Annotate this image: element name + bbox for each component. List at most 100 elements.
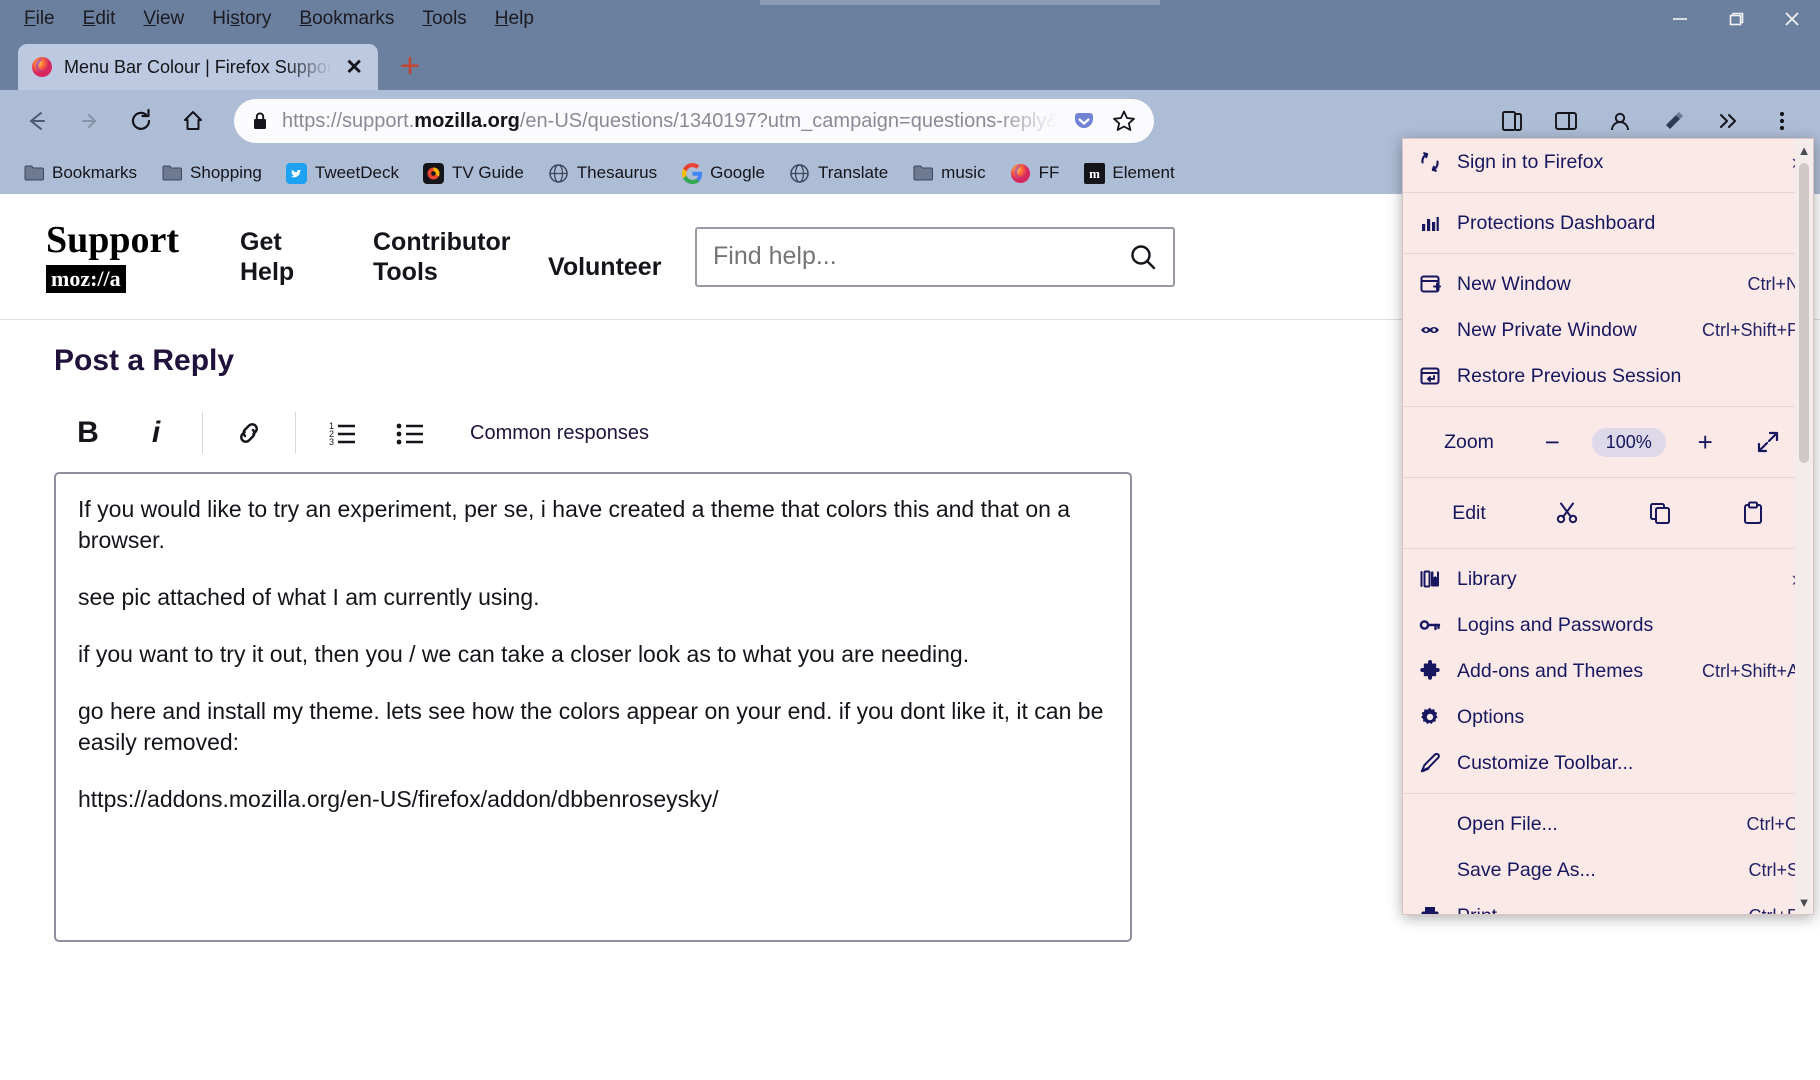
menu-accelerator: Ctrl+Shift+A: [1701, 660, 1799, 681]
window-controls: [1652, 0, 1820, 38]
maximize-button[interactable]: [1708, 0, 1764, 38]
nav-volunteer[interactable]: Volunteer: [534, 232, 667, 282]
bookmark-label: Translate: [817, 163, 889, 182]
menu-item-print[interactable]: Print... Ctrl+P: [1403, 893, 1813, 914]
menu-item-addons-themes[interactable]: Add-ons and Themes Ctrl+Shift+A: [1403, 648, 1813, 694]
close-icon[interactable]: ✕: [342, 55, 366, 80]
library-icon: [1417, 567, 1443, 591]
bookmark-item-shopping[interactable]: Shopping: [152, 158, 271, 188]
editor-paragraph: see pic attached of what I am currently …: [78, 584, 540, 611]
menu-tools[interactable]: Tools: [408, 5, 480, 33]
forward-button[interactable]: [66, 99, 112, 143]
nav-contributor-tools[interactable]: Contributor Tools: [359, 227, 534, 287]
bookmark-item-tv-guide[interactable]: TV Guide: [414, 158, 533, 188]
menu-separator: [1403, 793, 1813, 794]
bookmark-item-music[interactable]: music: [903, 158, 994, 188]
menu-history[interactable]: History: [198, 5, 285, 33]
bold-button[interactable]: B: [54, 404, 122, 462]
gear-icon: [1417, 705, 1443, 729]
url-text[interactable]: https://support.mozilla.org/en-US/questi…: [282, 110, 1058, 133]
bookmark-item-thesaurus[interactable]: Thesaurus: [539, 158, 666, 188]
menu-separator: [1403, 548, 1813, 549]
italic-button[interactable]: i: [122, 404, 190, 462]
bookmark-star-icon[interactable]: [1110, 107, 1138, 135]
zoom-in-button[interactable]: +: [1682, 422, 1728, 462]
bookmark-label: music: [941, 163, 986, 182]
home-button[interactable]: [170, 99, 216, 143]
nav-line-2: Help: [240, 257, 295, 286]
library-icon[interactable]: [1488, 99, 1536, 143]
bookmark-label: TV Guide: [451, 163, 524, 182]
menu-edit[interactable]: Edit: [69, 5, 130, 33]
reply-editor[interactable]: If you would like to try an experiment, …: [54, 472, 1132, 942]
pocket-icon[interactable]: [1070, 107, 1098, 135]
extension-icon[interactable]: [1650, 99, 1698, 143]
url-bar[interactable]: https://support.mozilla.org/en-US/questi…: [234, 99, 1154, 143]
menu-item-library[interactable]: Library ›: [1403, 556, 1813, 602]
toolbar-divider: [295, 412, 296, 454]
bookmark-item-ff[interactable]: FF: [1001, 158, 1069, 188]
menu-item-save-page-as[interactable]: Save Page As... Ctrl+S: [1403, 847, 1813, 893]
menu-view[interactable]: View: [129, 5, 198, 33]
scroll-down-arrow[interactable]: ▼: [1798, 891, 1811, 914]
account-icon[interactable]: [1596, 99, 1644, 143]
scrollbar-thumb[interactable]: [1799, 163, 1809, 463]
site-search[interactable]: [695, 226, 1175, 287]
search-icon[interactable]: [1127, 241, 1159, 273]
search-input[interactable]: [711, 241, 1127, 272]
fullscreen-icon[interactable]: [1745, 422, 1791, 462]
menu-label: Add-ons and Themes: [1457, 659, 1644, 682]
close-window-button[interactable]: [1764, 0, 1820, 38]
bookmark-item-google[interactable]: Google: [672, 158, 774, 188]
bookmark-item-bookmarks[interactable]: Bookmarks: [14, 158, 146, 188]
paste-icon[interactable]: [1727, 493, 1779, 533]
overflow-chevron-icon[interactable]: [1704, 99, 1752, 143]
menu-item-new-window[interactable]: New Window Ctrl+N: [1403, 261, 1813, 307]
menu-item-options[interactable]: Options: [1403, 694, 1813, 740]
menu-item-restore-session[interactable]: Restore Previous Session: [1403, 353, 1813, 399]
tvguide-icon: [423, 162, 445, 184]
minimize-button[interactable]: [1652, 0, 1708, 38]
nav-line-1: Volunteer: [548, 252, 662, 281]
common-responses-link[interactable]: Common responses: [470, 422, 649, 445]
menu-item-logins-passwords[interactable]: Logins and Passwords: [1403, 602, 1813, 648]
bookmark-item-tweetdeck[interactable]: TweetDeck: [277, 158, 408, 188]
ordered-list-button[interactable]: 1 2 3: [308, 404, 376, 462]
zoom-out-button[interactable]: −: [1529, 422, 1575, 462]
bookmark-item-element[interactable]: m Element: [1074, 158, 1183, 188]
tab-active[interactable]: Menu Bar Colour | Firefox Support ✕: [18, 44, 378, 90]
site-logo[interactable]: Support moz://a: [46, 221, 226, 293]
tab-strip: Menu Bar Colour | Firefox Support ✕ +: [0, 38, 1820, 90]
folder-icon: [23, 162, 45, 184]
edit-control-row: Edit: [1403, 485, 1813, 541]
zoom-level-badge[interactable]: 100%: [1591, 427, 1666, 457]
unordered-list-button[interactable]: [376, 404, 444, 462]
nav-line-2: Tools: [373, 257, 438, 286]
menu-item-sign-in[interactable]: Sign in to Firefox ›: [1403, 139, 1813, 185]
new-tab-button[interactable]: +: [400, 49, 420, 83]
edit-label: Edit: [1452, 501, 1486, 524]
puzzle-icon: [1417, 659, 1443, 683]
app-menu-icon[interactable]: [1758, 99, 1806, 143]
menu-bookmarks[interactable]: Bookmarks: [285, 5, 408, 33]
app-menu-scrollbar[interactable]: ▲ ▼: [1795, 139, 1813, 914]
bookmark-item-translate[interactable]: Translate: [780, 158, 897, 188]
menu-file[interactable]: File: [10, 5, 69, 33]
reload-button[interactable]: [118, 99, 164, 143]
back-button[interactable]: [14, 99, 60, 143]
nav-get-help[interactable]: Get Help: [226, 227, 359, 287]
menu-item-new-private-window[interactable]: New Private Window Ctrl+Shift+P: [1403, 307, 1813, 353]
menu-item-open-file[interactable]: Open File... Ctrl+O: [1403, 801, 1813, 847]
cut-icon[interactable]: [1541, 493, 1593, 533]
globe-icon: [548, 162, 570, 184]
sidebar-icon[interactable]: [1542, 99, 1590, 143]
menu-item-customize-toolbar[interactable]: Customize Toolbar...: [1403, 740, 1813, 786]
scroll-up-arrow[interactable]: ▲: [1798, 139, 1811, 162]
key-icon: [1417, 613, 1443, 637]
copy-icon[interactable]: [1634, 493, 1686, 533]
menu-help[interactable]: Help: [481, 5, 548, 33]
folder-icon: [161, 162, 183, 184]
zoom-control-row: Zoom − 100% +: [1403, 414, 1813, 470]
menu-item-protections-dashboard[interactable]: Protections Dashboard: [1403, 200, 1813, 246]
link-button[interactable]: [215, 404, 283, 462]
